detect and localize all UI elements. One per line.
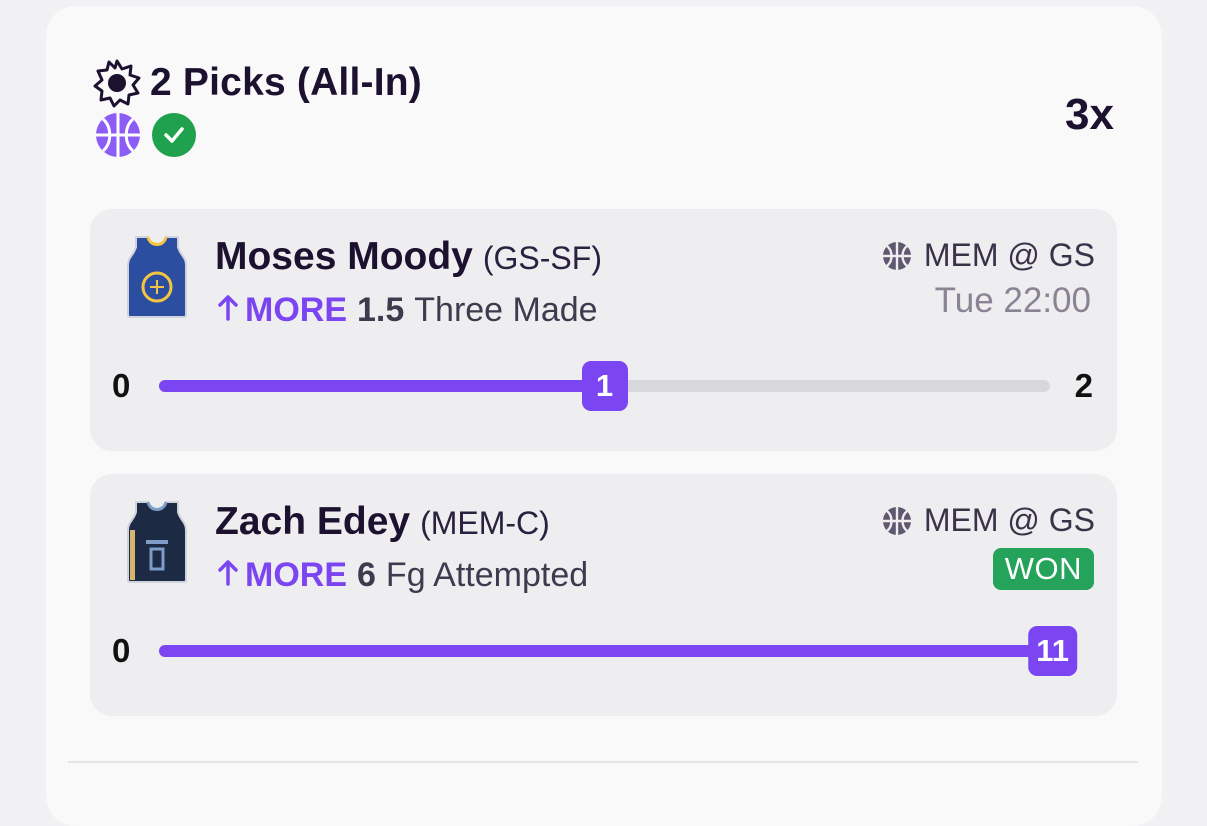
game-info: MEM @ GS — [882, 237, 1095, 274]
sun-icon — [93, 59, 141, 108]
entry-header: 2 Picks (All-In) — [92, 58, 422, 108]
progress-track: 11 — [159, 626, 1077, 676]
pick-card[interactable]: Zach Edey (MEM-C) MORE 6 Fg Attempted ME… — [90, 474, 1117, 716]
basketball-icon — [96, 113, 140, 157]
stat-name: Fg Attempted — [385, 556, 589, 594]
direction-label: MORE — [245, 556, 347, 594]
progress-max: 2 — [1074, 367, 1093, 404]
progress-current: 1 — [581, 361, 628, 411]
game-info: MEM @ GS — [882, 502, 1095, 539]
stat-name: Three Made — [414, 291, 598, 329]
check-badge — [152, 113, 196, 157]
entry-badges — [96, 113, 196, 157]
status-badge: WON — [992, 548, 1094, 590]
progress-fill — [159, 645, 1077, 657]
payout-multiplier: 3x — [1065, 90, 1114, 139]
player-line: Zach Edey (MEM-C) — [215, 500, 550, 544]
warriors-jersey-icon — [127, 236, 187, 318]
progress-min: 0 — [112, 367, 131, 404]
progress-current: 11 — [1028, 626, 1077, 676]
player-team: (MEM-C) — [420, 505, 550, 541]
progress-min: 0 — [112, 632, 131, 669]
prop-line: MORE 1.5 Three Made — [217, 291, 598, 330]
entry-title: 2 Picks (All-In) — [150, 61, 422, 104]
basketball-icon — [882, 241, 911, 270]
player-name: Zach Edey — [215, 500, 411, 543]
basketball-icon — [882, 506, 911, 535]
grizzlies-jersey-icon — [127, 501, 187, 583]
direction-label: MORE — [245, 291, 347, 329]
player-line: Moses Moody (GS-SF) — [215, 235, 602, 279]
player-name: Moses Moody — [215, 235, 473, 278]
arrow-up-icon — [218, 295, 238, 321]
matchup: MEM @ GS — [923, 502, 1095, 538]
check-icon — [164, 127, 184, 143]
progress-track: 1 — [159, 361, 1050, 411]
entry-card[interactable]: 2 Picks (All-In) 3x Moses Moody (GS-SF) … — [46, 6, 1162, 826]
game-time: Tue 22:00 — [934, 281, 1091, 320]
line-value: 6 — [357, 556, 376, 594]
line-value: 1.5 — [357, 291, 405, 329]
prop-line: MORE 6 Fg Attempted — [217, 556, 588, 595]
matchup: MEM @ GS — [923, 237, 1095, 273]
arrow-up-icon — [218, 560, 238, 586]
basketball-badge — [96, 113, 140, 157]
player-team: (GS-SF) — [482, 240, 602, 276]
pick-card[interactable]: Moses Moody (GS-SF) MORE 1.5 Three Made … — [90, 209, 1117, 451]
section-divider — [68, 761, 1138, 763]
progress-fill — [159, 380, 605, 392]
